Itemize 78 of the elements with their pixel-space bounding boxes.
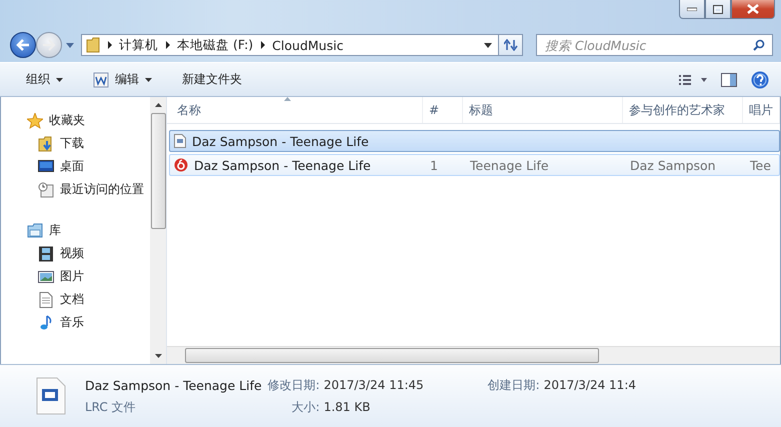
chevron-icon — [261, 41, 266, 49]
preview-pane-button[interactable] — [721, 72, 737, 86]
refresh-button[interactable] — [499, 34, 523, 56]
toolbar-button[interactable]: 新建文件夹 — [174, 67, 250, 92]
column-header[interactable]: # — [423, 97, 463, 123]
minimize-icon — [687, 7, 697, 11]
library-icon — [27, 222, 43, 238]
search-icon — [753, 39, 765, 51]
column-header[interactable]: 名称 — [167, 97, 423, 123]
toolbar-button[interactable]: 组织 — [18, 67, 71, 92]
sort-arrow-icon — [284, 97, 291, 101]
table-cell: 1 — [430, 158, 438, 172]
close-icon — [747, 4, 759, 14]
sidebar-item[interactable]: 最近访问的位置 — [27, 178, 150, 201]
caret-icon — [56, 78, 63, 82]
music-app-icon — [174, 158, 188, 172]
table-cell: Daz Sampson - Teenage Life — [194, 158, 371, 172]
sidebar-item[interactable]: 桌面 — [27, 155, 150, 178]
caret-icon — [145, 78, 152, 82]
refresh-arrows-icon — [504, 39, 518, 51]
detail-label: 大小: — [290, 398, 320, 416]
sidebar-item[interactable]: 视频 — [27, 242, 150, 265]
breadcrumb[interactable]: 计算机 — [119, 36, 158, 54]
caret-icon[interactable] — [484, 42, 492, 48]
breadcrumb[interactable]: CloudMusic — [272, 38, 344, 52]
sidebar-item[interactable]: 音乐 — [27, 311, 150, 334]
detail-label: 修改日期: — [268, 376, 320, 394]
file-row[interactable]: Daz Sampson - Teenage Life 1 Teenage Life Daz Sampson Tee — [169, 154, 780, 176]
detail-value: 2017/3/24 11:4 — [544, 378, 636, 392]
maximize-icon — [713, 4, 723, 14]
toolbar-button[interactable]: 编辑 — [85, 67, 160, 92]
table-cell: Daz Sampson — [630, 158, 716, 172]
document-icon — [36, 377, 66, 415]
table-cell: Daz Sampson - Teenage Life — [192, 134, 369, 148]
sidebar-item[interactable]: 图片 — [27, 265, 150, 288]
help-button[interactable] — [751, 70, 769, 88]
column-header[interactable]: 标题 — [463, 97, 623, 123]
sidebar-item[interactable]: 下载 — [27, 132, 150, 155]
minimize-button[interactable] — [679, 0, 705, 19]
table-cell: Teenage Life — [470, 158, 549, 172]
close-button[interactable] — [731, 0, 775, 19]
detail-label: 创建日期: — [488, 376, 540, 394]
chevron-icon — [166, 41, 171, 49]
detail-value: 1.81 KB — [324, 400, 372, 414]
monitor-icon — [38, 158, 54, 174]
sidebar-item[interactable]: 文档 — [27, 288, 150, 311]
column-header[interactable]: 参与创作的艺术家 — [623, 97, 743, 123]
document-icon — [38, 292, 54, 308]
detail-value: 2017/3/24 11:45 — [324, 378, 424, 392]
maximize-button[interactable] — [705, 0, 731, 19]
scroll-up-icon[interactable] — [154, 103, 162, 107]
file-row[interactable]: Daz Sampson - Teenage Life — [169, 130, 780, 152]
horizontal-scrollbar[interactable] — [167, 346, 780, 364]
search-field[interactable]: 搜索 CloudMusic — [536, 34, 773, 56]
column-header[interactable]: 唱片 — [743, 97, 780, 123]
address-bar[interactable]: 计算机 本地磁盘 (F:) CloudMusic — [81, 34, 499, 56]
folder-icon — [86, 37, 100, 53]
file-type: LRC 文件 — [85, 398, 137, 416]
picture-icon — [38, 268, 54, 284]
document-icon — [93, 72, 109, 88]
chevron-icon — [108, 41, 113, 49]
download-folder-icon — [38, 136, 54, 152]
document-icon — [174, 134, 186, 148]
view-options-button[interactable] — [679, 74, 707, 84]
scroll-down-icon[interactable] — [154, 354, 162, 358]
clock-icon — [38, 182, 54, 198]
vertical-scrollbar[interactable] — [150, 97, 166, 364]
back-arrow-icon — [16, 39, 30, 51]
back-button[interactable] — [10, 32, 36, 58]
forward-arrow-icon — [42, 39, 56, 51]
film-icon — [38, 246, 54, 262]
sidebar-item[interactable]: 库 — [27, 219, 150, 242]
table-cell: Tee — [750, 158, 771, 172]
breadcrumb[interactable]: 本地磁盘 (F:) — [177, 36, 254, 54]
music-note-icon — [38, 314, 54, 330]
sidebar-item[interactable]: 收藏夹 — [27, 109, 150, 132]
file-name: Daz Sampson - Teenage Life — [85, 378, 262, 392]
star-icon — [27, 112, 43, 128]
